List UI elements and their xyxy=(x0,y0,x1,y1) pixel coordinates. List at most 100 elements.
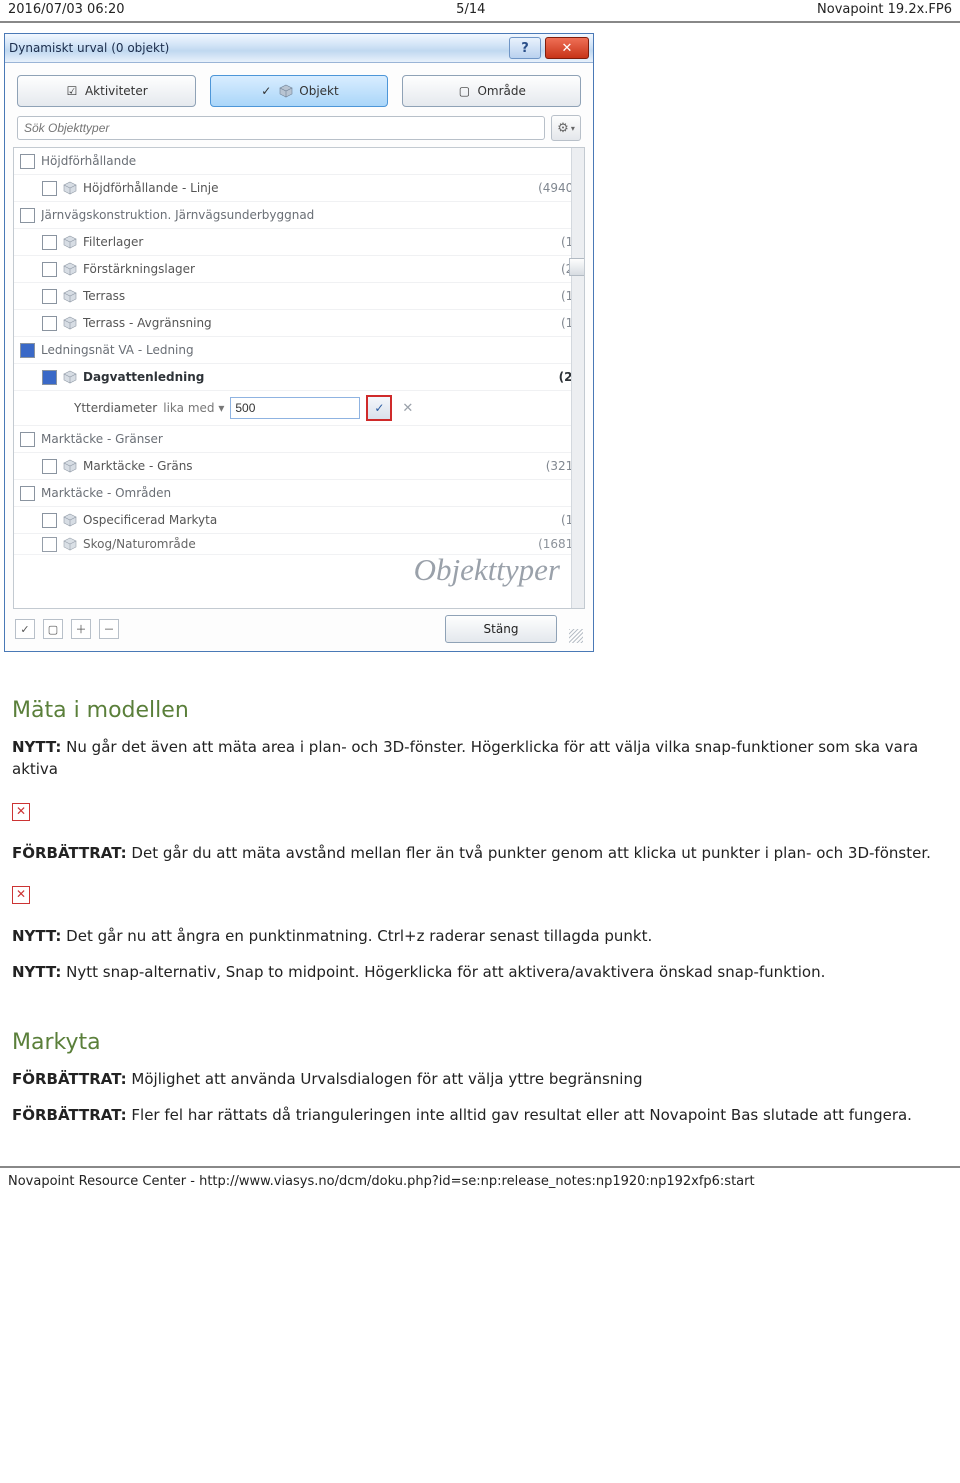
checkbox[interactable] xyxy=(42,289,57,304)
list-section[interactable]: Höjdförhållande ⌃ xyxy=(14,148,584,175)
heading-mata: Mäta i modellen xyxy=(12,698,948,723)
section-label: Marktäcke - Gränser xyxy=(41,432,554,446)
checkbox[interactable] xyxy=(20,486,35,501)
collapse-all-button[interactable]: － xyxy=(99,619,119,639)
label-forbattrat: FÖRBÄTTRAT: xyxy=(12,844,127,862)
cube-icon xyxy=(63,262,77,276)
check-icon: ✓ xyxy=(259,84,273,98)
tab-aktiviteter[interactable]: ☑ Aktiviteter xyxy=(17,75,196,107)
text: Nu går det även att mäta area i plan- oc… xyxy=(12,738,918,778)
dynamic-selection-dialog: Dynamiskt urval (0 objekt) ? ✕ ☑ Aktivit… xyxy=(4,33,594,652)
object-type-list: Höjdförhållande ⌃ Höjdförhållande - Linj… xyxy=(13,147,585,609)
cube-icon xyxy=(63,316,77,330)
label-nytt: NYTT: xyxy=(12,738,61,756)
section-label: Marktäcke - Områden xyxy=(41,486,554,500)
label-forbattrat: FÖRBÄTTRAT: xyxy=(12,1070,127,1088)
list-item-selected[interactable]: Dagvattenledning (2) xyxy=(14,364,584,391)
checkbox[interactable] xyxy=(42,181,57,196)
cube-icon xyxy=(63,513,77,527)
search-input[interactable] xyxy=(17,116,545,140)
list-item[interactable]: Terrass (1) xyxy=(14,283,584,310)
document-body: Mäta i modellen NYTT: Nu går det även at… xyxy=(0,698,960,1126)
dialog-titlebar[interactable]: Dynamiskt urval (0 objekt) ? ✕ xyxy=(5,34,593,63)
header-center: 5/14 xyxy=(456,2,485,17)
broken-image-icon: ✕ xyxy=(12,886,30,904)
cube-icon xyxy=(63,370,77,384)
settings-button[interactable]: ⚙▾ xyxy=(551,115,581,141)
item-label: Höjdförhållande - Linje xyxy=(83,181,532,195)
paragraph: FÖRBÄTTRAT: Fler fel har rättats då tria… xyxy=(12,1105,948,1127)
gear-icon: ⚙ xyxy=(557,121,569,136)
item-label: Filterlager xyxy=(83,235,555,249)
expand-all-button[interactable]: ＋ xyxy=(71,619,91,639)
list-section[interactable]: Järnvägskonstruktion. Järnvägsunderbyggn… xyxy=(14,202,584,229)
help-button[interactable]: ? xyxy=(509,37,541,59)
list-item[interactable]: Höjdförhållande - Linje (4940) xyxy=(14,175,584,202)
paragraph: NYTT: Det går nu att ångra en punktinmat… xyxy=(12,926,948,948)
scrollbar-handle[interactable] xyxy=(569,258,585,276)
item-label: Terrass xyxy=(83,289,555,303)
text: Nytt snap-alternativ, Snap to midpoint. … xyxy=(61,963,825,981)
text: Det går du att mäta avstånd mellan fler … xyxy=(127,844,931,862)
check-all-button[interactable]: ✓ xyxy=(15,619,35,639)
list-section[interactable]: Ledningsnät VA - Ledning ⌃ xyxy=(14,337,584,364)
checkbox[interactable] xyxy=(42,316,57,331)
cube-icon xyxy=(63,181,77,195)
list-section[interactable]: Marktäcke - Områden ⌃ xyxy=(14,480,584,507)
checkbox[interactable] xyxy=(42,459,57,474)
close-button[interactable]: Stäng xyxy=(445,615,557,643)
criteria-confirm-button[interactable]: ✓ xyxy=(366,395,392,421)
checkbox[interactable] xyxy=(20,432,35,447)
section-label: Ledningsnät VA - Ledning xyxy=(41,343,554,357)
dialog-bottom-bar: ✓ ▢ ＋ － Stäng xyxy=(7,609,591,651)
resize-grip[interactable] xyxy=(569,629,583,643)
cube-icon xyxy=(63,289,77,303)
item-label: Förstärkningslager xyxy=(83,262,555,276)
list-item[interactable]: Ospecificerad Markyta (1) xyxy=(14,507,584,534)
criteria-value-input[interactable] xyxy=(230,397,360,419)
checkbox[interactable] xyxy=(42,537,57,552)
checkbox[interactable] xyxy=(20,208,35,223)
checkbox[interactable] xyxy=(42,513,57,528)
tab-omrade[interactable]: ▢ Område xyxy=(402,75,581,107)
checkbox[interactable] xyxy=(42,262,57,277)
item-label: Ospecificerad Markyta xyxy=(83,513,555,527)
paragraph: FÖRBÄTTRAT: Det går du att mäta avstånd … xyxy=(12,843,948,865)
tab-label: Objekt xyxy=(299,84,338,98)
criteria-field: Ytterdiameter xyxy=(74,401,157,415)
criteria-remove-button[interactable]: ✕ xyxy=(398,401,417,416)
heading-markyta: Markyta xyxy=(12,1030,948,1055)
label-forbattrat: FÖRBÄTTRAT: xyxy=(12,1106,127,1124)
checkbox-checked[interactable] xyxy=(20,343,35,358)
checkbox[interactable] xyxy=(20,154,35,169)
uncheck-all-button[interactable]: ▢ xyxy=(43,619,63,639)
cube-icon xyxy=(63,459,77,473)
label-nytt: NYTT: xyxy=(12,963,61,981)
footer-text: Novapoint Resource Center - http://www.v… xyxy=(8,1174,755,1189)
checkbox-checked[interactable] xyxy=(42,370,57,385)
cube-icon xyxy=(279,84,293,98)
list-section[interactable]: Marktäcke - Gränser ⌃ xyxy=(14,426,584,453)
item-label: Skog/Naturområde xyxy=(83,537,532,551)
window-close-button[interactable]: ✕ xyxy=(545,37,589,59)
section-label: Höjdförhållande xyxy=(41,154,554,168)
header-right: Novapoint 19.2x.FP6 xyxy=(817,2,952,17)
list-item[interactable]: Marktäcke - Gräns (321) xyxy=(14,453,584,480)
tab-bar: ☑ Aktiviteter ✓ Objekt ▢ Område xyxy=(7,71,591,115)
criteria-operator[interactable]: lika med ▾ xyxy=(163,401,224,415)
list-item[interactable]: Terrass - Avgränsning (1) xyxy=(14,310,584,337)
dialog-wrap: Dynamiskt urval (0 objekt) ? ✕ ☑ Aktivit… xyxy=(4,33,594,652)
paragraph: FÖRBÄTTRAT: Möjlighet att använda Urvals… xyxy=(12,1069,948,1091)
chevron-down-icon: ▾ xyxy=(571,124,575,133)
tab-objekt[interactable]: ✓ Objekt xyxy=(210,75,389,107)
checkbox[interactable] xyxy=(42,235,57,250)
page-footer: Novapoint Resource Center - http://www.v… xyxy=(0,1166,960,1193)
square-icon: ▢ xyxy=(457,84,471,98)
scrollbar-track[interactable] xyxy=(571,148,584,608)
checkbox-icon: ☑ xyxy=(65,84,79,98)
text: Det går nu att ångra en punktinmatning. … xyxy=(61,927,652,945)
list-item[interactable]: Förstärkningslager (2) xyxy=(14,256,584,283)
label-nytt: NYTT: xyxy=(12,927,61,945)
section-label: Järnvägskonstruktion. Järnvägsunderbyggn… xyxy=(41,208,554,222)
list-item[interactable]: Filterlager (1) xyxy=(14,229,584,256)
